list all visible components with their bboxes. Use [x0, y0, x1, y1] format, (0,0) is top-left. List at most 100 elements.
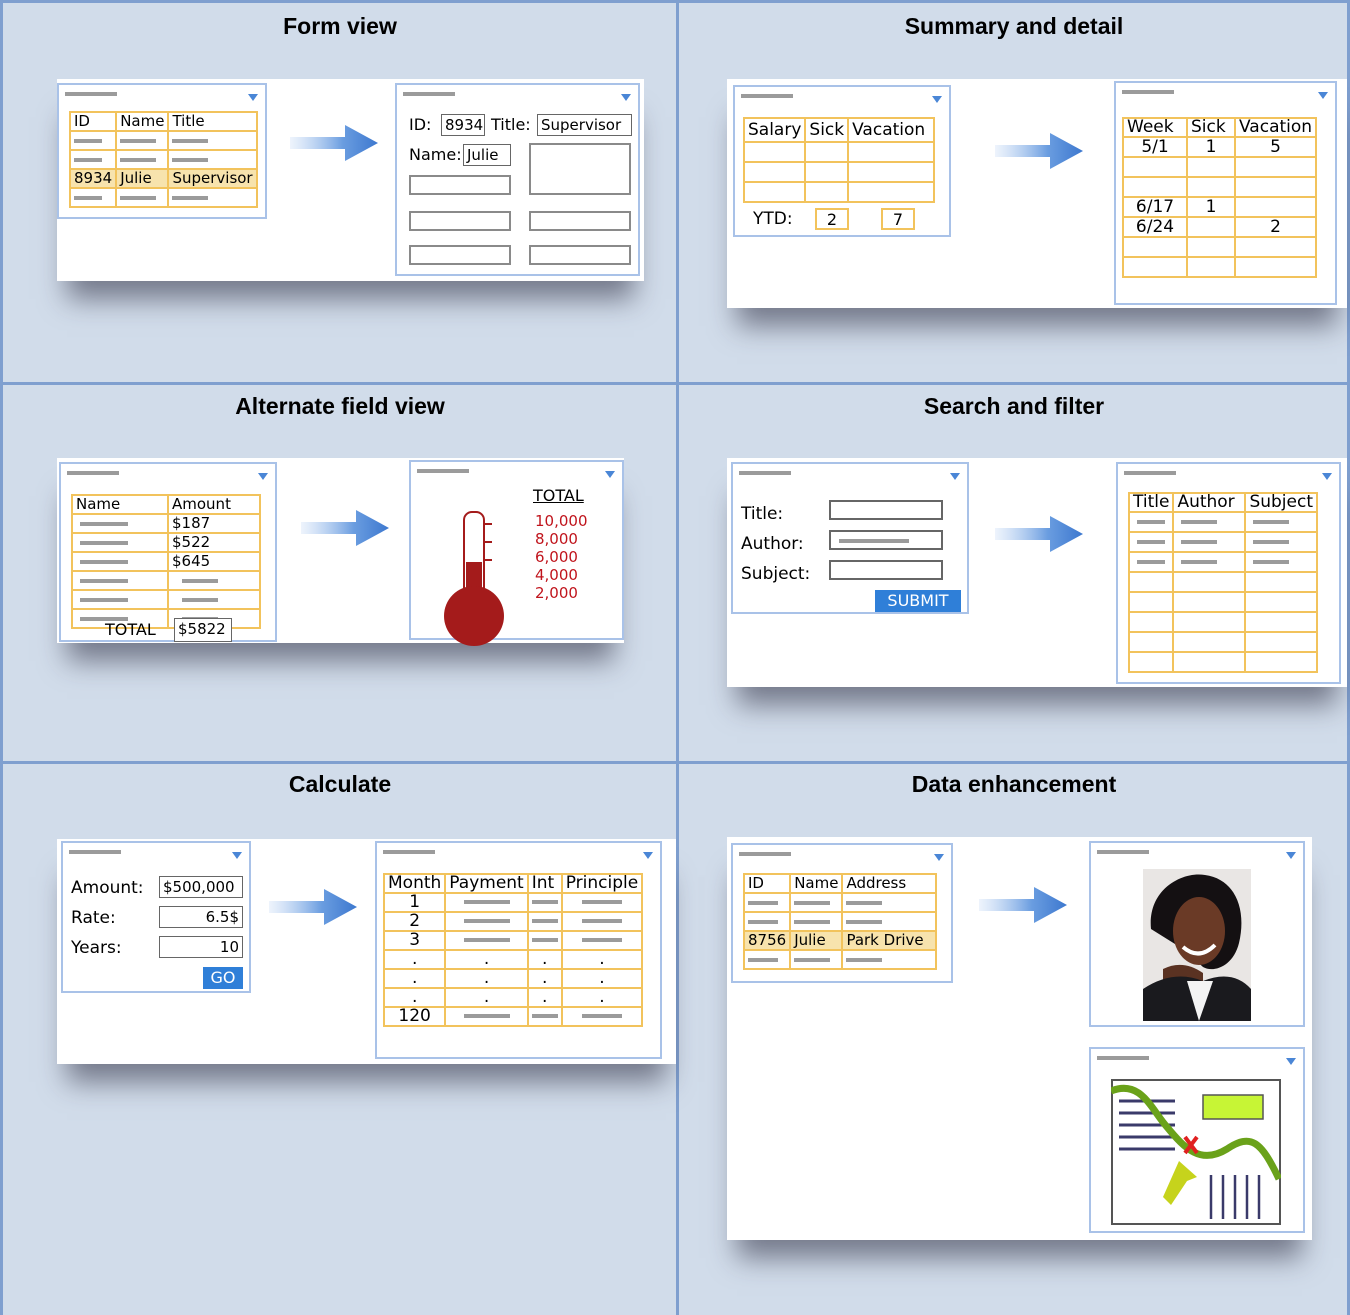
- dropdown-icon[interactable]: [932, 96, 942, 103]
- table-row[interactable]: [1127, 611, 1319, 633]
- list-table: ID Name Title 8934 Julie Supervisor: [68, 111, 258, 208]
- table-row[interactable]: $645: [71, 551, 261, 572]
- dropdown-icon[interactable]: [1322, 473, 1332, 480]
- title-bar-placeholder: [65, 92, 117, 96]
- empty-field[interactable]: [529, 245, 631, 265]
- scale-value: 8,000: [535, 530, 578, 548]
- empty-field[interactable]: [529, 211, 631, 231]
- search-title-label: Title:: [741, 504, 784, 524]
- scale-value: 6,000: [535, 548, 578, 566]
- schedule-window: Month Payment Int Principle 123............…: [375, 841, 662, 1059]
- panel-title: Data enhancement: [911, 771, 1117, 797]
- table-row[interactable]: [1122, 176, 1318, 198]
- map-icon: [1111, 1079, 1281, 1225]
- total-label: TOTAL: [105, 620, 156, 639]
- gauge-window: TOTAL 10,000 8,000 6,000 4,000 2,000: [409, 460, 624, 646]
- header-title: Title: [167, 111, 258, 132]
- table-row[interactable]: [1127, 591, 1319, 613]
- total-field[interactable]: $5822: [174, 618, 232, 642]
- submit-button[interactable]: SUBMIT: [875, 590, 961, 612]
- empty-field[interactable]: [529, 143, 631, 195]
- arrow-icon: [301, 510, 389, 546]
- table-row[interactable]: [1127, 631, 1319, 653]
- dropdown-icon[interactable]: [248, 94, 258, 101]
- dropdown-icon[interactable]: [934, 854, 944, 861]
- address-window: ID Name Address 8756 Julie Park Drive: [731, 843, 953, 983]
- summary-table: Salary Sick Vacation: [742, 117, 936, 203]
- go-button[interactable]: GO: [203, 967, 243, 989]
- table-row[interactable]: [1127, 531, 1319, 553]
- enhancement-scene: ID Name Address 8756 Julie Park Drive: [727, 837, 1312, 1240]
- loan-window: Amount: $500,000 Rate: 6.5$ Years: 10 GO: [61, 841, 251, 993]
- dropdown-icon[interactable]: [1318, 92, 1328, 99]
- table-row[interactable]: 1: [382, 892, 644, 913]
- header-id: ID: [68, 111, 118, 132]
- years-label: Years:: [71, 938, 122, 958]
- table-row[interactable]: 3: [382, 930, 644, 951]
- id-field[interactable]: 8934: [441, 114, 485, 136]
- title-label: Title:: [491, 115, 531, 134]
- table-row[interactable]: [1122, 256, 1318, 278]
- search-author-input[interactable]: [829, 530, 943, 550]
- arrow-icon: [995, 133, 1083, 169]
- table-row[interactable]: 6/17 1: [1122, 196, 1318, 218]
- search-subject-input[interactable]: [829, 560, 943, 580]
- dropdown-icon[interactable]: [950, 473, 960, 480]
- title-field[interactable]: Supervisor: [537, 114, 632, 136]
- table-row[interactable]: [1127, 651, 1319, 673]
- ytd-vacation-value: 7: [881, 208, 915, 230]
- id-label: ID:: [409, 115, 432, 134]
- dropdown-icon[interactable]: [258, 473, 268, 480]
- summary-window: Salary Sick Vacation YTD: 2 7: [733, 85, 951, 237]
- name-label: Name:: [409, 145, 462, 164]
- table-row[interactable]: 2: [382, 911, 644, 932]
- arrow-icon: [979, 887, 1067, 923]
- grid-divider-vertical: [676, 0, 679, 1315]
- amount-field[interactable]: $500,000: [159, 876, 243, 898]
- table-row[interactable]: 6/24 2: [1122, 216, 1318, 238]
- years-field[interactable]: 10: [159, 936, 243, 958]
- empty-field[interactable]: [409, 211, 511, 231]
- rate-field[interactable]: 6.5$: [159, 906, 243, 928]
- table-row[interactable]: 5/1 1 5: [1122, 136, 1318, 158]
- search-author-label: Author:: [741, 534, 804, 554]
- table-row[interactable]: [1127, 571, 1319, 593]
- table-row[interactable]: $522: [71, 532, 261, 553]
- arrow-icon: [290, 125, 378, 161]
- table-row[interactable]: ....: [382, 949, 644, 970]
- scale-values: 10,000 8,000 6,000 4,000 2,000: [535, 512, 588, 602]
- results-window: Title Author Subject: [1116, 462, 1341, 684]
- table-row[interactable]: [1122, 156, 1318, 178]
- dropdown-icon[interactable]: [1286, 1058, 1296, 1065]
- table-row[interactable]: [1127, 551, 1319, 573]
- table-row[interactable]: $187: [71, 513, 261, 534]
- table-row[interactable]: ....: [382, 987, 644, 1008]
- table-row[interactable]: [71, 570, 261, 591]
- table-row[interactable]: ....: [382, 968, 644, 989]
- panel-title: Calculate: [288, 771, 392, 797]
- table-row-selected[interactable]: 8756 Julie Park Drive: [742, 930, 938, 951]
- table-row[interactable]: [1127, 511, 1319, 533]
- search-title-input[interactable]: [829, 500, 943, 520]
- empty-field[interactable]: [409, 175, 511, 195]
- dropdown-icon[interactable]: [621, 94, 631, 101]
- empty-field[interactable]: [409, 245, 511, 265]
- name-field[interactable]: Julie: [463, 144, 511, 166]
- search-subject-label: Subject:: [741, 564, 811, 584]
- scale-value: 10,000: [535, 512, 588, 530]
- dropdown-icon[interactable]: [643, 852, 653, 859]
- dropdown-icon[interactable]: [232, 852, 242, 859]
- summary-scene: Salary Sick Vacation YTD: 2 7 Week Sick Vaca…: [727, 79, 1347, 308]
- form-window: ID: 8934 Title: Supervisor Name: Julie: [395, 83, 640, 276]
- results-table: Title Author Subject: [1127, 492, 1319, 673]
- dropdown-icon[interactable]: [1286, 852, 1296, 859]
- grid-divider-2: [0, 761, 1350, 764]
- form-view-scene: ID Name Title 8934 Julie Supervisor ID: 8934…: [57, 79, 644, 281]
- dropdown-icon[interactable]: [605, 471, 615, 478]
- table-row[interactable]: 120: [382, 1006, 644, 1027]
- panel-title: Alternate field view: [235, 393, 445, 419]
- table-row[interactable]: [71, 589, 261, 610]
- panel-title: Summary and detail: [904, 13, 1124, 39]
- table-row-selected[interactable]: 8934 Julie Supervisor: [68, 168, 258, 189]
- table-row[interactable]: [1122, 236, 1318, 258]
